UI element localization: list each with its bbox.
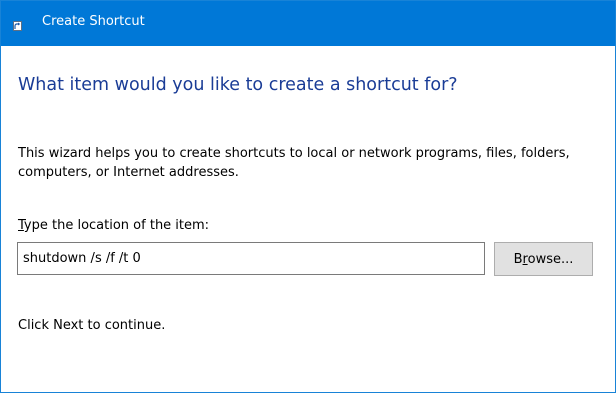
wizard-description: This wizard helps you to create shortcut… [18,146,570,180]
continue-hint: Click Next to continue. [18,318,166,333]
location-label-text: ype the location of the item: [23,218,210,233]
window-title: Create Shortcut [42,14,145,29]
shortcut-arrow-icon [13,21,22,31]
browse-label-prefix: B [513,251,523,267]
wizard-heading: What item would you like to create a sho… [18,75,458,95]
location-input[interactable] [17,242,485,275]
title-bar[interactable]: Create Shortcut [1,1,615,46]
create-shortcut-window: Create Shortcut What item would you like… [0,0,616,393]
browse-button[interactable]: Browse... [494,242,593,276]
location-label: Type the location of the item: [18,218,209,233]
browse-label-rest: owse... [527,251,574,267]
